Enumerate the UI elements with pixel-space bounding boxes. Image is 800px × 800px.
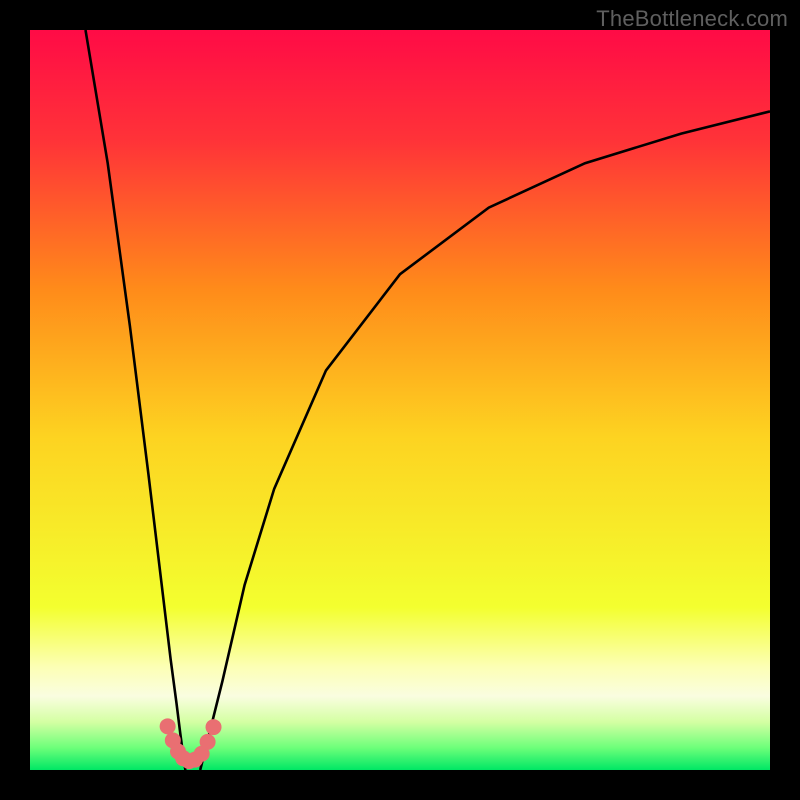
marker-dot (160, 718, 176, 734)
bottleneck-curve (30, 30, 770, 770)
watermark-text: TheBottleneck.com (596, 6, 788, 32)
curve-right-branch (200, 111, 770, 770)
plot-area (30, 30, 770, 770)
curve-left-branch (86, 30, 186, 770)
curve-bottom-markers (160, 718, 222, 769)
marker-dot (200, 734, 216, 750)
marker-dot (206, 719, 222, 735)
chart-frame: TheBottleneck.com (0, 0, 800, 800)
